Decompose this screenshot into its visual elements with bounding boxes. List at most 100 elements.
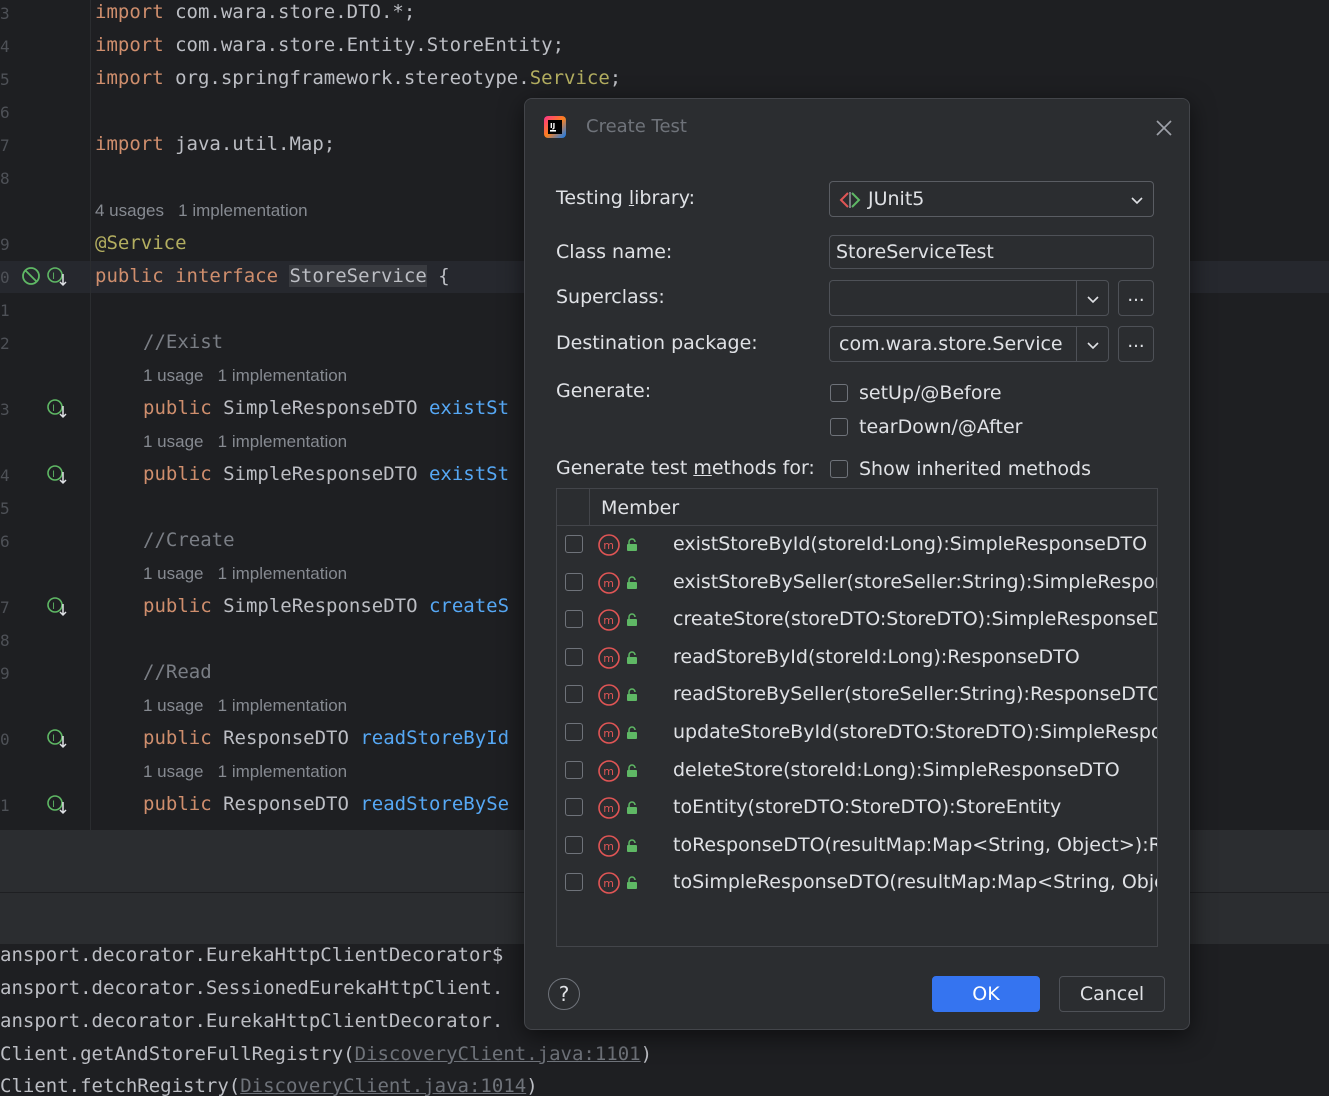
- table-row[interactable]: m updateStoreById(storeDTO:StoreDTO):Simp…: [557, 714, 1157, 751]
- member-checkbox[interactable]: [565, 572, 583, 591]
- keyword: public: [143, 727, 212, 749]
- table-row[interactable]: m existStoreBySeller(storeSeller:String):…: [557, 564, 1157, 601]
- implemented-icon[interactable]: I: [46, 727, 70, 751]
- lock-icon: [627, 651, 637, 664]
- code-line[interactable]: import org.springframework.stereotype.Se…: [95, 67, 621, 89]
- svg-text:m: m: [603, 727, 614, 740]
- member-checkbox[interactable]: [565, 760, 583, 779]
- member-checkbox[interactable]: [565, 798, 583, 817]
- member-checkbox[interactable]: [565, 647, 583, 666]
- line-number: 9: [0, 235, 10, 254]
- chevron-down-icon[interactable]: [1086, 338, 1100, 352]
- table-row[interactable]: m toResponseDTO(resultMap:Map<String, Obj…: [557, 827, 1157, 864]
- member-signature: readStoreBySeller(storeSeller:String):Re…: [673, 683, 1158, 706]
- usage-hint[interactable]: 1 usage 1 implementation: [143, 696, 347, 716]
- implemented-icon[interactable]: I: [46, 793, 70, 817]
- member-table[interactable]: Member m existStoreById(storeId:Long):Sim…: [556, 488, 1158, 947]
- implemented-icon[interactable]: I: [46, 265, 70, 289]
- member-signature: readStoreById(storeId:Long):ResponseDTO: [673, 645, 1080, 668]
- member-checkbox[interactable]: [565, 723, 583, 741]
- teardown-checkbox[interactable]: [830, 418, 848, 436]
- source-link[interactable]: DiscoveryClient.java:1101: [355, 1043, 641, 1065]
- method-icon: m: [598, 646, 620, 669]
- member-signature: createStore(storeDTO:StoreDTO):SimpleRes…: [673, 608, 1158, 631]
- table-row[interactable]: m toSimpleResponseDTO(resultMap:Map<Strin…: [557, 864, 1157, 901]
- show-inherited-checkbox[interactable]: [830, 460, 848, 478]
- code-line[interactable]: public ResponseDTO readStoreBySe: [143, 793, 509, 815]
- code-line[interactable]: public ResponseDTO readStoreById: [143, 727, 509, 749]
- ok-button[interactable]: OK: [932, 976, 1040, 1012]
- class-name-input[interactable]: StoreServiceTest: [829, 235, 1154, 269]
- method-name: readStoreById: [360, 727, 510, 749]
- code-text: org.springframework.stereotype.: [163, 67, 530, 89]
- line-number: 7: [0, 598, 10, 617]
- no-entry-icon[interactable]: [20, 265, 42, 287]
- superclass-combo[interactable]: [829, 280, 1109, 316]
- member-checkbox[interactable]: [565, 685, 583, 704]
- show-inherited-label[interactable]: Show inherited methods: [859, 458, 1091, 480]
- table-row[interactable]: m toEntity(storeDTO:StoreDTO):StoreEntity: [557, 789, 1157, 826]
- code-line[interactable]: public SimpleResponseDTO existSt: [143, 463, 509, 485]
- close-icon[interactable]: [1153, 117, 1175, 139]
- cancel-button[interactable]: Cancel: [1059, 976, 1165, 1012]
- comment[interactable]: //Create: [143, 529, 235, 551]
- table-row[interactable]: m createStore(storeDTO:StoreDTO):SimpleRe…: [557, 601, 1158, 638]
- destination-package-combo[interactable]: com.wara.store.Service: [829, 326, 1109, 362]
- code-text: SimpleResponseDTO: [211, 595, 429, 617]
- method-icon: m: [598, 834, 620, 857]
- class-name-label: Class name:: [556, 241, 673, 263]
- setup-label[interactable]: setUp/@Before: [859, 382, 1002, 404]
- comment[interactable]: //Exist: [143, 331, 223, 353]
- usage-hint[interactable]: 1 usage 1 implementation: [143, 366, 347, 386]
- testing-library-select[interactable]: JUnit5: [829, 181, 1154, 217]
- implemented-icon[interactable]: I: [46, 595, 70, 619]
- destination-package-browse-button[interactable]: ...: [1118, 326, 1154, 362]
- source-link[interactable]: DiscoveryClient.java:1014: [240, 1075, 526, 1096]
- code-text: SimpleResponseDTO: [211, 463, 429, 485]
- usage-hint[interactable]: 1 usage 1 implementation: [143, 432, 347, 452]
- superclass-label: Superclass:: [556, 286, 665, 308]
- dialog-title-bar[interactable]: IJ Create Test: [525, 99, 1189, 157]
- table-row[interactable]: m readStoreById(storeId:Long):ResponseDTO: [557, 639, 1157, 676]
- chevron-down-icon[interactable]: [1086, 292, 1100, 306]
- implemented-icon[interactable]: I: [46, 397, 70, 421]
- teardown-label[interactable]: tearDown/@After: [859, 416, 1022, 438]
- implemented-icon[interactable]: I: [46, 463, 70, 487]
- keyword: public: [143, 595, 212, 617]
- usage-hint[interactable]: 4 usages 1 implementation: [95, 201, 308, 221]
- method-name: existSt: [428, 463, 510, 485]
- code-line[interactable]: public interface StoreService {: [95, 265, 450, 287]
- table-row[interactable]: m deleteStore(storeId:Long):SimpleRespons…: [557, 752, 1157, 789]
- superclass-browse-button[interactable]: ...: [1118, 280, 1154, 316]
- member-checkbox[interactable]: [565, 610, 583, 629]
- line-number: 3: [0, 400, 10, 419]
- table-row[interactable]: m readStoreBySeller(storeSeller:String):R…: [557, 676, 1158, 713]
- member-column-header[interactable]: Member: [601, 497, 679, 519]
- console-text: Client.getAndStoreFullRegistry(: [0, 1043, 355, 1065]
- code-line[interactable]: import com.wara.store.DTO.*;: [95, 1, 415, 23]
- help-button[interactable]: ?: [548, 978, 580, 1010]
- member-checkbox[interactable]: [565, 873, 583, 892]
- create-test-dialog: IJ Create Test Testing library: JUnit5 C…: [524, 98, 1190, 1030]
- code-line[interactable]: public SimpleResponseDTO createS: [143, 595, 509, 617]
- line-number: 8: [0, 631, 10, 650]
- console-line: Client.fetchRegistry(DiscoveryClient.jav…: [0, 1075, 538, 1096]
- member-checkbox[interactable]: [565, 835, 583, 854]
- annotation[interactable]: @Service: [95, 232, 187, 254]
- setup-checkbox[interactable]: [830, 384, 848, 402]
- mnemonic: m: [693, 457, 712, 479]
- code-line[interactable]: public SimpleResponseDTO existSt: [143, 397, 509, 419]
- line-number: 5: [0, 499, 10, 518]
- code-text: com.wara.store.Entity.StoreEntity;: [163, 34, 565, 56]
- code-line[interactable]: import java.util.Map;: [95, 133, 335, 155]
- code-line[interactable]: import com.wara.store.Entity.StoreEntity…: [95, 34, 564, 56]
- keyword: public: [143, 463, 212, 485]
- svg-text:I: I: [52, 734, 55, 744]
- label-text: ethods for:: [711, 457, 815, 479]
- usage-hint[interactable]: 1 usage 1 implementation: [143, 762, 347, 782]
- usage-hint[interactable]: 1 usage 1 implementation: [143, 564, 347, 584]
- code-text: {: [426, 265, 450, 287]
- table-row[interactable]: m existStoreById(storeId:Long):SimpleResp…: [557, 526, 1157, 563]
- comment[interactable]: //Read: [143, 661, 212, 683]
- member-checkbox[interactable]: [565, 535, 583, 553]
